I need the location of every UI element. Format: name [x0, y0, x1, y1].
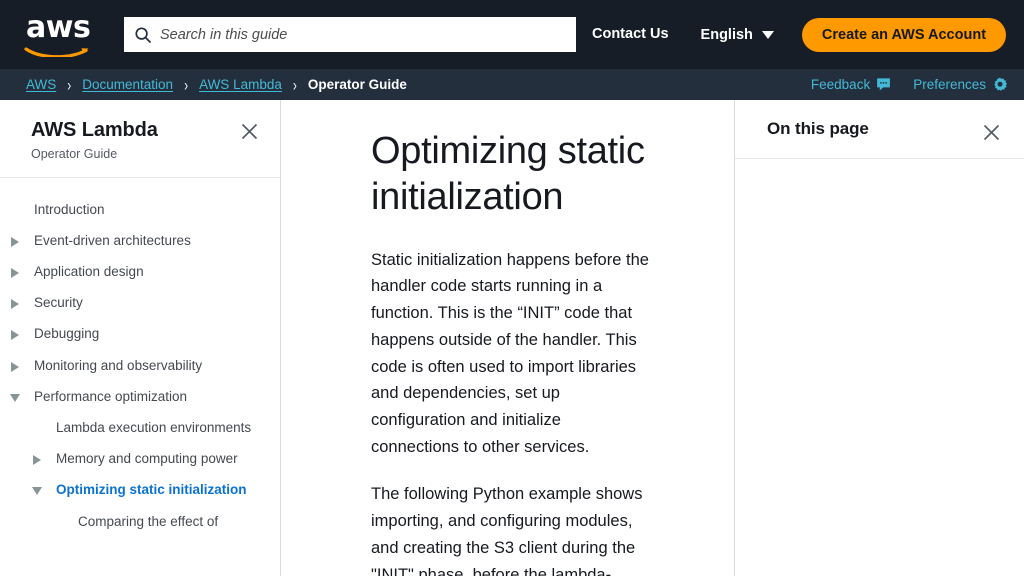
chevron-right-icon[interactable] — [10, 294, 24, 311]
feedback-icon — [877, 78, 891, 91]
chevron-down-icon[interactable] — [10, 388, 24, 405]
left-sidebar: AWS Lambda Operator Guide Introduction E… — [0, 100, 281, 576]
sidebar-nav: Introduction Event-driven architectures … — [0, 178, 280, 576]
breadcrumb-item-documentation[interactable]: Documentation — [82, 77, 173, 92]
breadcrumb-item-operator-guide: Operator Guide — [307, 77, 407, 92]
sidebar-item-memory-and-computing-power[interactable]: Memory and computing power — [0, 444, 280, 475]
main-content: Optimizing static initialization Static … — [281, 100, 734, 576]
sidebar-item-optimizing-static-initialization[interactable]: Optimizing static initialization — [0, 475, 280, 506]
global-header: aws Contact Us English Create an AWS Acc… — [0, 0, 1024, 69]
chevron-down-icon[interactable] — [32, 481, 46, 498]
chevron-down-icon — [761, 30, 774, 39]
sidebar-item-label: Lambda execution environments — [56, 420, 252, 436]
preferences-button[interactable]: Preferences — [913, 77, 1008, 93]
sidebar-item-introduction[interactable]: Introduction — [0, 194, 280, 225]
sidebar-item-label: Monitoring and observability — [34, 357, 203, 373]
search-icon — [135, 26, 151, 43]
on-this-page-panel: On this page — [734, 100, 1024, 576]
header-actions: Contact Us English Create an AWS Account — [576, 0, 1012, 69]
sidebar-item-label: Memory and computing power — [56, 451, 238, 467]
content-paragraph: Static initialization happens before the… — [371, 250, 649, 456]
sidebar-item-application-design[interactable]: Application design — [0, 256, 280, 287]
aws-wordmark: aws — [26, 9, 91, 45]
gear-icon — [994, 77, 1008, 91]
chevron-right-icon[interactable] — [32, 450, 46, 467]
sidebar-item-debugging[interactable]: Debugging — [0, 319, 280, 350]
breadcrumb-separator: › — [292, 75, 297, 94]
on-this-page-title: On this page — [767, 119, 869, 138]
sidebar-item-performance-optimization[interactable]: Performance optimization — [0, 381, 280, 412]
sidebar-item-comparing-the-effect-of[interactable]: Comparing the effect of — [0, 506, 280, 537]
aws-smile-icon — [24, 46, 89, 57]
sidebar-item-label: Comparing the effect of — [78, 513, 219, 529]
breadcrumb: AWS › Documentation › AWS Lambda › Opera… — [26, 75, 407, 94]
page-root: aws Contact Us English Create an AWS Acc… — [0, 0, 1024, 576]
sidebar-item-label: Security — [34, 295, 83, 311]
sidebar-item-label: Introduction — [34, 201, 105, 217]
page-title: Optimizing static initialization — [371, 130, 645, 219]
sidebar-item-lambda-execution-environments[interactable]: Lambda execution environments — [0, 413, 280, 444]
breadcrumb-separator: › — [184, 75, 189, 94]
sidebar-item-security[interactable]: Security — [0, 288, 280, 319]
chevron-right-icon[interactable] — [10, 232, 24, 249]
sidebar-item-label: Performance optimization — [34, 388, 188, 404]
breadcrumb-item-aws[interactable]: AWS — [26, 77, 56, 92]
language-selector[interactable]: English — [685, 27, 788, 43]
feedback-button[interactable]: Feedback — [811, 77, 891, 92]
contact-us-link[interactable]: Contact Us — [576, 0, 685, 69]
close-on-this-page-icon[interactable] — [983, 124, 1000, 141]
chevron-right-icon[interactable] — [10, 263, 24, 280]
sidebar-subtitle: Operator Guide — [31, 147, 118, 161]
sidebar-header: AWS Lambda Operator Guide — [0, 100, 280, 178]
language-label: English — [700, 26, 753, 43]
sidebar-item-monitoring-and-observability[interactable]: Monitoring and observability — [0, 350, 280, 381]
search-input[interactable] — [160, 26, 566, 43]
breadcrumb-bar: AWS › Documentation › AWS Lambda › Opera… — [0, 69, 1024, 100]
breadcrumb-item-aws-lambda[interactable]: AWS Lambda — [199, 77, 282, 92]
aws-logo[interactable]: aws — [24, 9, 96, 57]
create-aws-account-button[interactable]: Create an AWS Account — [801, 17, 1007, 52]
chevron-right-icon[interactable] — [10, 325, 24, 342]
on-this-page-list — [735, 159, 1024, 576]
page-body: AWS Lambda Operator Guide Introduction E… — [0, 100, 1024, 576]
sidebar-item-event-driven-architectures[interactable]: Event-driven architectures — [0, 225, 280, 256]
preferences-label: Preferences — [913, 77, 986, 92]
sidebar-item-label: Event-driven architectures — [34, 232, 191, 248]
close-sidebar-icon[interactable] — [241, 123, 258, 140]
feedback-label: Feedback — [810, 77, 871, 92]
chevron-right-icon[interactable] — [10, 357, 24, 374]
on-this-page-header: On this page — [735, 100, 1024, 159]
sidebar-header-text: AWS Lambda Operator Guide — [31, 118, 241, 161]
sidebar-item-label: Debugging — [34, 326, 100, 342]
sidebar-item-label: Optimizing static initialization — [56, 482, 247, 498]
breadcrumb-actions: Feedback Preferences — [811, 77, 1008, 93]
sidebar-title: AWS Lambda — [31, 119, 158, 141]
breadcrumb-separator: › — [67, 75, 72, 94]
content-paragraph: The following Python example shows impor… — [371, 485, 643, 576]
search-box[interactable] — [124, 17, 576, 52]
sidebar-item-label: Application design — [34, 263, 144, 279]
